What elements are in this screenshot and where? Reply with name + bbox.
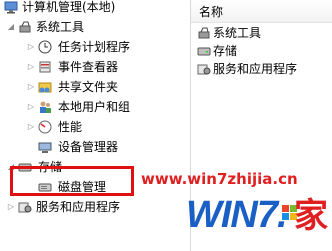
shared-folder-icon <box>38 82 52 93</box>
collapse-icon[interactable]: ◢ <box>6 18 16 36</box>
expand-icon[interactable]: ▷ <box>26 58 36 76</box>
expand-icon[interactable]: ▷ <box>26 118 36 136</box>
services-icon <box>197 64 211 75</box>
column-header-name[interactable]: 名称 <box>191 0 332 23</box>
expand-icon[interactable]: ▷ <box>26 98 36 116</box>
device-manager-icon <box>38 142 52 153</box>
tools-icon <box>198 27 210 39</box>
storage-icon <box>197 47 211 56</box>
tree-item-label: 本地用户和组 <box>58 100 131 114</box>
tree-item-label: 事件查看器 <box>58 60 119 74</box>
event-viewer-icon <box>39 61 51 73</box>
highlight-box <box>10 166 134 196</box>
list-item-label: 存储 <box>213 44 238 58</box>
computer-management-icon <box>4 1 18 14</box>
tree-item-label: 服务和应用程序 <box>36 200 121 214</box>
tree-item-label: 共享文件夹 <box>58 80 119 94</box>
expand-icon[interactable]: ▷ <box>26 78 36 96</box>
expand-icon[interactable]: ▷ <box>26 38 36 56</box>
tools-icon <box>19 21 31 33</box>
list-item-label: 服务和应用程序 <box>213 62 298 76</box>
performance-icon <box>38 120 52 134</box>
tree-item-label: 计算机管理(本地) <box>22 0 116 14</box>
watermark-jia: 家 <box>294 196 328 236</box>
users-icon <box>40 101 51 113</box>
watermark-logo: WIN7. 家 <box>186 190 328 246</box>
column-header-label: 名称 <box>199 5 224 19</box>
watermark-url: www.win7zhijia.cn <box>141 170 298 188</box>
tree-item-label: 系统工具 <box>36 20 85 34</box>
list-item-label: 系统工具 <box>213 26 262 40</box>
tree-item-label: 任务计划程序 <box>58 40 131 54</box>
clock-icon <box>38 40 52 54</box>
navigation-tree: 计算机管理(本地) ◢ 系统工具 ▷ 任务计划程序 ▷ 事件查看器 ▷ 共享文件… <box>0 0 191 251</box>
tree-item-label: 性能 <box>58 120 83 134</box>
watermark-logo-text: WIN7. <box>186 194 288 236</box>
expand-icon[interactable]: ▷ <box>6 198 16 216</box>
services-icon <box>18 202 32 213</box>
tree-item-label: 设备管理器 <box>58 140 119 154</box>
